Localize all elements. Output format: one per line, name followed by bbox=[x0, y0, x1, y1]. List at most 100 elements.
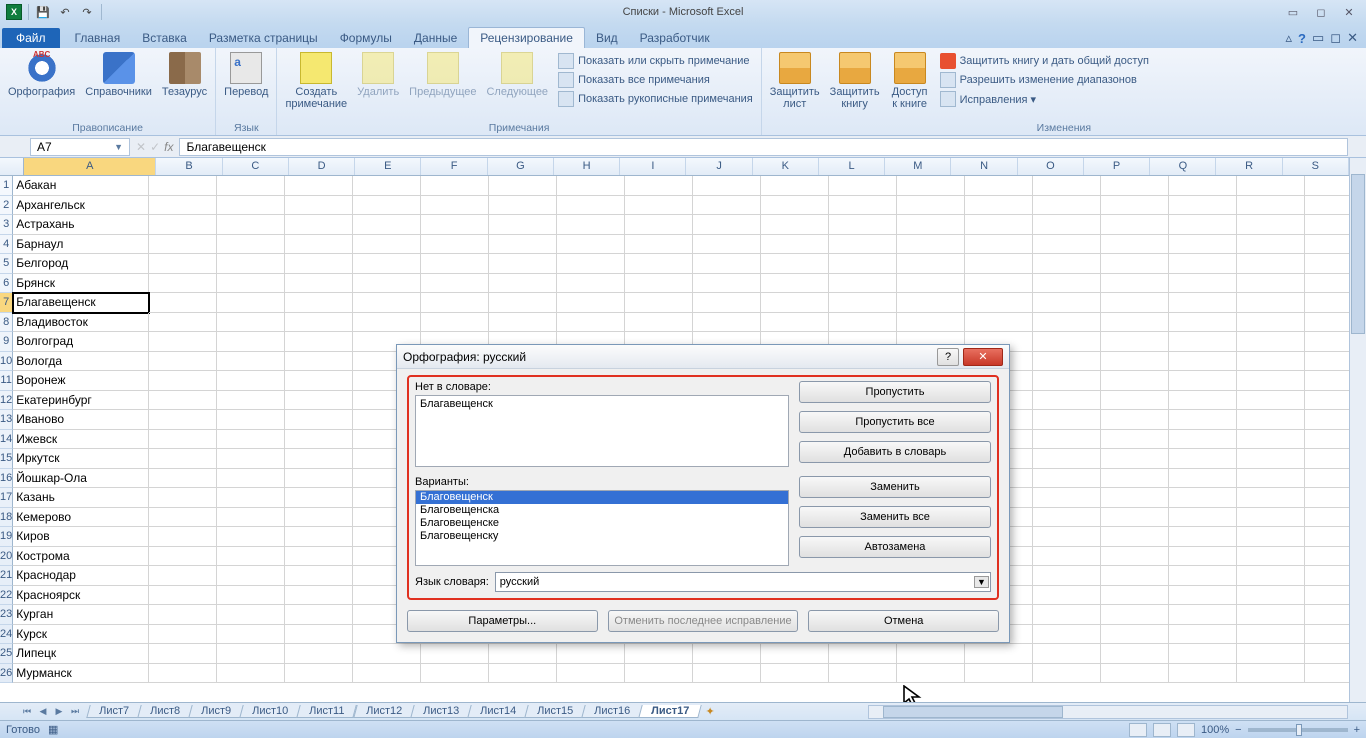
ribbon-tab[interactable]: Формулы bbox=[329, 28, 403, 48]
cell[interactable] bbox=[693, 664, 761, 684]
cancel-button[interactable]: Отмена bbox=[808, 610, 999, 632]
cell[interactable]: Курган bbox=[13, 605, 149, 625]
cell[interactable] bbox=[1101, 664, 1169, 684]
cell[interactable] bbox=[217, 644, 285, 664]
sheet-nav-prev-icon[interactable]: ◀ bbox=[36, 705, 50, 719]
cell[interactable] bbox=[761, 254, 829, 274]
column-header[interactable]: A bbox=[24, 158, 156, 175]
research-button[interactable]: Справочники bbox=[81, 50, 156, 100]
file-tab[interactable]: Файл bbox=[2, 28, 60, 48]
cell[interactable] bbox=[1169, 566, 1237, 586]
cell[interactable] bbox=[1169, 605, 1237, 625]
inner-restore-icon[interactable]: ◻ bbox=[1330, 30, 1341, 46]
cell[interactable] bbox=[1101, 410, 1169, 430]
column-header[interactable]: H bbox=[554, 158, 620, 175]
cell[interactable]: Липецк bbox=[13, 644, 149, 664]
cell[interactable] bbox=[1169, 274, 1237, 294]
cell[interactable]: Казань bbox=[13, 488, 149, 508]
cell[interactable] bbox=[1237, 488, 1305, 508]
dialog-titlebar[interactable]: Орфография: русский ? ✕ bbox=[397, 345, 1009, 369]
cell[interactable] bbox=[693, 196, 761, 216]
cell[interactable] bbox=[1237, 410, 1305, 430]
close-icon[interactable]: ✕ bbox=[1338, 4, 1360, 20]
cell[interactable] bbox=[1169, 293, 1237, 313]
cell[interactable] bbox=[489, 196, 557, 216]
cell[interactable] bbox=[557, 644, 625, 664]
zoom-in-icon[interactable]: + bbox=[1354, 724, 1360, 736]
sheet-tab[interactable]: Лист13 bbox=[410, 705, 472, 718]
cell[interactable] bbox=[1237, 566, 1305, 586]
column-header[interactable]: L bbox=[819, 158, 885, 175]
translate-button[interactable]: Перевод bbox=[220, 50, 272, 100]
cell[interactable] bbox=[353, 293, 421, 313]
inner-minimize-icon[interactable]: ▭ bbox=[1312, 30, 1324, 46]
cell[interactable] bbox=[1305, 235, 1349, 255]
sheet-tab[interactable]: Лист10 bbox=[239, 705, 301, 718]
cell[interactable] bbox=[421, 176, 489, 196]
cell[interactable] bbox=[761, 176, 829, 196]
cell[interactable] bbox=[965, 313, 1033, 333]
spelling-button[interactable]: Орфография bbox=[4, 50, 79, 100]
cell[interactable] bbox=[1101, 430, 1169, 450]
cell[interactable] bbox=[1305, 196, 1349, 216]
cell[interactable] bbox=[421, 196, 489, 216]
ribbon-tab[interactable]: Разработчик bbox=[629, 28, 721, 48]
row-header[interactable]: 2 bbox=[0, 196, 13, 216]
sheet-nav-next-icon[interactable]: ▶ bbox=[52, 705, 66, 719]
cell[interactable] bbox=[285, 254, 353, 274]
column-header[interactable]: G bbox=[488, 158, 554, 175]
cell[interactable] bbox=[625, 196, 693, 216]
dialog-help-button[interactable]: ? bbox=[937, 348, 959, 366]
cell[interactable] bbox=[897, 664, 965, 684]
maximize-icon[interactable]: ◻ bbox=[1310, 4, 1332, 20]
cell[interactable] bbox=[1305, 488, 1349, 508]
change-all-button[interactable]: Заменить все bbox=[799, 506, 991, 528]
cell[interactable] bbox=[217, 352, 285, 372]
cell[interactable] bbox=[421, 235, 489, 255]
cell[interactable] bbox=[217, 449, 285, 469]
cell[interactable] bbox=[557, 313, 625, 333]
cell[interactable] bbox=[1101, 625, 1169, 645]
row-header[interactable]: 20 bbox=[0, 547, 13, 567]
cell[interactable] bbox=[693, 293, 761, 313]
cell[interactable] bbox=[421, 254, 489, 274]
protect-sheet-button[interactable]: Защитить лист bbox=[766, 50, 824, 112]
cell[interactable] bbox=[149, 430, 217, 450]
cell[interactable] bbox=[1169, 313, 1237, 333]
cell[interactable] bbox=[1305, 254, 1349, 274]
cell[interactable] bbox=[761, 644, 829, 664]
cell[interactable]: Иркутск bbox=[13, 449, 149, 469]
suggestion-item[interactable]: Благовещенска bbox=[416, 504, 788, 517]
cell[interactable]: Волгоград bbox=[13, 332, 149, 352]
cell[interactable] bbox=[1101, 176, 1169, 196]
cell[interactable] bbox=[1237, 547, 1305, 567]
cell[interactable] bbox=[1101, 488, 1169, 508]
cell[interactable] bbox=[1101, 508, 1169, 528]
cell[interactable] bbox=[217, 527, 285, 547]
column-header[interactable]: M bbox=[885, 158, 951, 175]
protect-share-button[interactable]: Защитить книгу и дать общий доступ bbox=[936, 52, 1153, 70]
cell[interactable] bbox=[285, 644, 353, 664]
cell[interactable] bbox=[965, 274, 1033, 294]
help-icon[interactable]: ? bbox=[1298, 31, 1306, 46]
cell[interactable] bbox=[1169, 644, 1237, 664]
cell[interactable] bbox=[489, 215, 557, 235]
cell[interactable] bbox=[1237, 215, 1305, 235]
cell[interactable] bbox=[285, 469, 353, 489]
cell[interactable] bbox=[965, 215, 1033, 235]
cell[interactable] bbox=[285, 566, 353, 586]
cell[interactable] bbox=[1169, 625, 1237, 645]
cell[interactable] bbox=[897, 215, 965, 235]
cell[interactable] bbox=[1305, 215, 1349, 235]
cell[interactable] bbox=[285, 410, 353, 430]
undo-icon[interactable]: ↶ bbox=[55, 2, 75, 22]
cell[interactable] bbox=[1101, 371, 1169, 391]
cell[interactable] bbox=[1305, 664, 1349, 684]
cell[interactable] bbox=[1101, 215, 1169, 235]
cell[interactable] bbox=[1237, 664, 1305, 684]
cell[interactable] bbox=[1237, 332, 1305, 352]
cell[interactable] bbox=[285, 293, 353, 313]
cell[interactable] bbox=[285, 196, 353, 216]
cell[interactable] bbox=[1169, 586, 1237, 606]
view-layout-icon[interactable] bbox=[1153, 723, 1171, 737]
